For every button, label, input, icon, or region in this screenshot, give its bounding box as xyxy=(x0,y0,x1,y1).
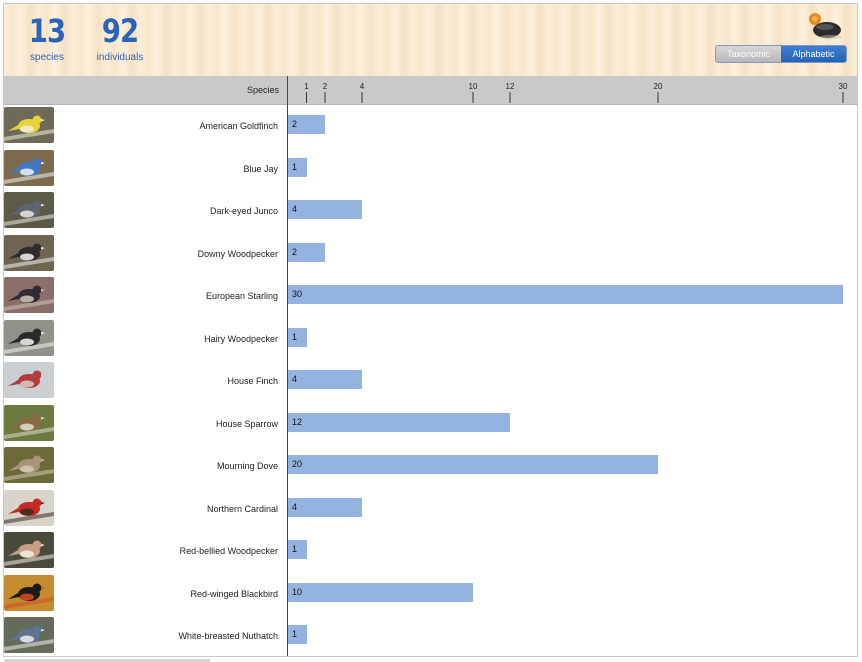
species-row[interactable]: Mourning Dove 20 xyxy=(4,445,857,487)
individuals-count-label: individuals xyxy=(96,52,144,63)
count-bar[interactable] xyxy=(288,328,307,347)
mourning-dove-photo[interactable] xyxy=(4,447,54,483)
house-finch-photo[interactable] xyxy=(4,362,54,398)
species-row[interactable]: Hairy Woodpecker 1 xyxy=(4,318,857,360)
count-bar[interactable] xyxy=(288,540,307,559)
species-count: 13 xyxy=(28,12,66,50)
count-bar-value: 1 xyxy=(292,629,298,639)
x-tick-label: 12 xyxy=(506,82,515,91)
x-tick-label: 4 xyxy=(360,82,365,91)
count-bar-value: 4 xyxy=(292,502,298,512)
species-row[interactable]: Red-winged Blackbird 10 xyxy=(4,573,857,615)
chart-column-header: Species 1 2 4 10 12 20 30 xyxy=(4,76,857,105)
count-bar[interactable] xyxy=(288,455,658,474)
count-bar-value: 30 xyxy=(292,289,303,299)
white-breasted-nuthatch-photo[interactable] xyxy=(4,617,54,653)
red-winged-blackbird-photo[interactable] xyxy=(4,575,54,611)
northern-cardinal-photo[interactable] xyxy=(4,490,54,526)
species-row[interactable]: European Starling 30 xyxy=(4,275,857,317)
count-bar[interactable] xyxy=(288,158,307,177)
dark-eyed-junco-photo[interactable] xyxy=(4,192,54,228)
species-row[interactable]: Dark-eyed Junco 4 xyxy=(4,190,857,232)
binoculars-logo-icon xyxy=(809,13,842,39)
downy-woodpecker-photo[interactable] xyxy=(4,235,54,271)
house-sparrow-photo[interactable] xyxy=(4,405,54,441)
species-row[interactable]: Red-bellied Woodpecker 1 xyxy=(4,530,857,572)
view-toggle[interactable]: Taxonomic Alphabetic xyxy=(715,45,847,63)
count-bar[interactable] xyxy=(288,498,362,517)
count-bar[interactable] xyxy=(288,625,307,644)
european-starling-photo[interactable] xyxy=(4,277,54,313)
count-bar-value: 4 xyxy=(292,374,298,384)
hairy-woodpecker-photo[interactable] xyxy=(4,320,54,356)
x-tick-label: 1 xyxy=(304,82,309,91)
count-bar[interactable] xyxy=(288,370,362,389)
count-bar[interactable] xyxy=(288,285,843,304)
species-name: American Goldfinch xyxy=(199,121,278,131)
american-goldfinch-photo[interactable] xyxy=(4,107,54,143)
individuals-count: 92 xyxy=(101,12,139,50)
species-row[interactable]: House Finch 4 xyxy=(4,360,857,402)
species-name: Hairy Woodpecker xyxy=(204,334,278,344)
x-tick-label: 20 xyxy=(654,82,663,91)
species-row[interactable]: Downy Woodpecker 2 xyxy=(4,233,857,275)
species-row[interactable]: White-breasted Nuthatch 1 xyxy=(4,615,857,656)
count-bar-value: 1 xyxy=(292,544,298,554)
x-tick-label: 10 xyxy=(469,82,478,91)
species-name: White-breasted Nuthatch xyxy=(178,631,278,641)
x-tick-label: 2 xyxy=(323,82,328,91)
count-bar-value: 10 xyxy=(292,587,303,597)
species-name: Downy Woodpecker xyxy=(197,249,278,259)
count-bar-value: 2 xyxy=(292,247,298,257)
species-name: Northern Cardinal xyxy=(206,504,278,514)
count-bar-value: 1 xyxy=(292,332,298,342)
species-count-stat: 13 species xyxy=(24,13,70,65)
count-bar-value: 2 xyxy=(292,119,298,129)
x-tick-label: 30 xyxy=(839,82,848,91)
toggle-taxonomic[interactable]: Taxonomic xyxy=(716,46,781,62)
species-count-label: species xyxy=(30,52,64,63)
species-name: House Sparrow xyxy=(215,419,278,429)
count-bar-value: 1 xyxy=(292,162,298,172)
species-name: Blue Jay xyxy=(243,164,278,174)
species-name: Red-winged Blackbird xyxy=(190,589,278,599)
count-bar[interactable] xyxy=(288,200,362,219)
count-bar-value: 12 xyxy=(292,417,303,427)
species-name: Red-bellied Woodpecker xyxy=(179,546,278,556)
species-row[interactable]: American Goldfinch 2 xyxy=(4,105,857,147)
species-row[interactable]: Blue Jay 1 xyxy=(4,148,857,190)
individuals-count-stat: 92 individuals xyxy=(92,13,148,65)
count-bar-value: 20 xyxy=(292,459,303,469)
species-row[interactable]: Northern Cardinal 4 xyxy=(4,488,857,530)
count-bar[interactable] xyxy=(288,413,510,432)
count-bar[interactable] xyxy=(288,583,473,602)
species-name: European Starling xyxy=(205,291,278,301)
species-name: Dark-eyed Junco xyxy=(209,206,278,216)
bird-count-panel: 13 species 92 individuals Taxonomic Alph… xyxy=(3,3,858,657)
red-bellied-woodpecker-photo[interactable] xyxy=(4,532,54,568)
species-name: Mourning Dove xyxy=(216,461,278,471)
blue-jay-photo[interactable] xyxy=(4,150,54,186)
summary-header: 13 species 92 individuals Taxonomic Alph… xyxy=(4,4,857,77)
species-row[interactable]: House Sparrow 12 xyxy=(4,403,857,445)
count-bar-value: 4 xyxy=(292,204,298,214)
species-name: House Finch xyxy=(227,376,278,386)
toggle-alphabetic[interactable]: Alphabetic xyxy=(781,46,846,62)
x-axis: 1 2 4 10 12 20 30 xyxy=(304,82,848,103)
